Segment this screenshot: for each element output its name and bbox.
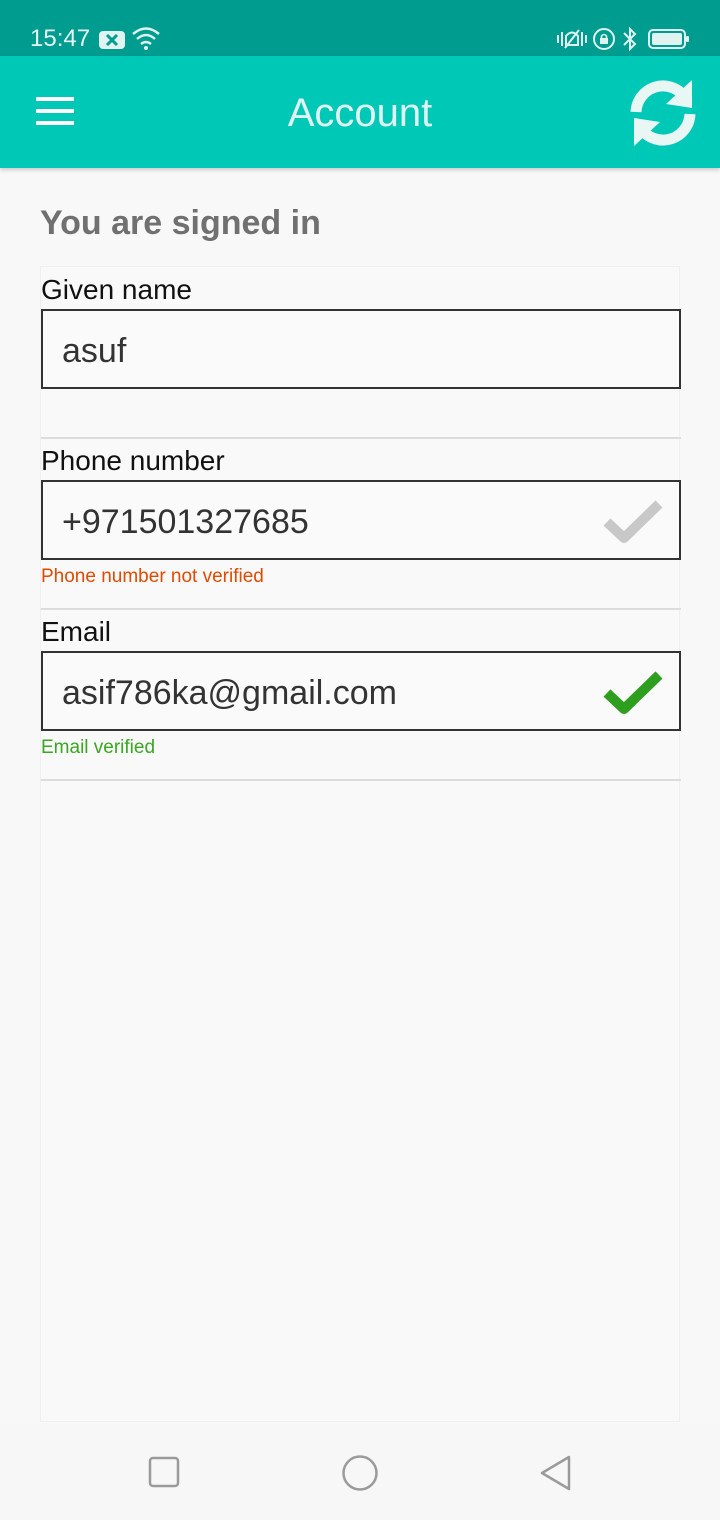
given-name-value: asuf <box>62 332 127 370</box>
check-green-icon <box>603 671 663 714</box>
back-icon[interactable] <box>538 1454 572 1492</box>
given-name-label: Given name <box>41 274 192 305</box>
account-form-card: Given name asuf Phone number +9715013276… <box>40 266 681 1422</box>
status-bar: 15:47 <box>0 0 720 56</box>
recent-apps-icon[interactable] <box>148 1456 180 1488</box>
phone-number-label: Phone number <box>41 445 225 476</box>
given-name-field[interactable]: asuf <box>41 309 681 389</box>
system-nav-bar <box>0 1424 720 1520</box>
phone-number-section: Phone number +971501327685 Phone number … <box>41 438 681 610</box>
email-section: Email asif786ka@gmail.com Email verified <box>41 609 681 781</box>
given-name-section: Given name asuf <box>41 267 681 439</box>
check-gray-icon <box>603 500 663 543</box>
battery-icon <box>648 29 689 49</box>
status-time: 15:47 <box>30 25 91 52</box>
email-label: Email <box>41 616 112 647</box>
email-value: asif786ka@gmail.com <box>62 674 397 712</box>
phone-number-field[interactable]: +971501327685 <box>41 480 681 560</box>
wifi-icon <box>132 27 160 50</box>
phone-verification-status: Phone number not verified <box>41 566 264 587</box>
account-content: You are signed in Given name asuf Phone … <box>0 168 720 1424</box>
signed-in-heading: You are signed in <box>40 204 321 242</box>
vibrate-icon <box>557 29 587 49</box>
notification-x-icon <box>99 31 125 49</box>
email-verification-status: Email verified <box>41 737 156 758</box>
bluetooth-icon <box>623 26 637 52</box>
app-bar: Account <box>0 56 720 168</box>
refresh-icon[interactable] <box>628 78 698 148</box>
phone-number-value: +971501327685 <box>62 503 309 541</box>
rotation-lock-icon <box>593 28 615 50</box>
page-title: Account <box>287 91 433 135</box>
home-icon[interactable] <box>341 1454 379 1492</box>
email-field[interactable]: asif786ka@gmail.com <box>41 651 681 731</box>
